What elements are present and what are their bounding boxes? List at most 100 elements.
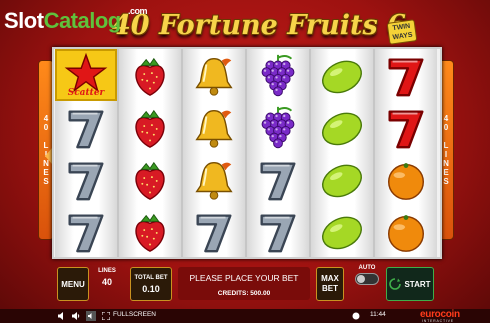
lines-tab-char	[445, 132, 447, 141]
bell-icon	[195, 161, 233, 200]
reel-1-symbol-1: Scatter	[55, 49, 117, 101]
reel-2-symbol-3	[119, 153, 181, 205]
auto-label: AUTO	[358, 265, 376, 271]
game-title: 40 Fortune Fruits 6	[112, 10, 406, 41]
message-box: PLEASE PLACE YOUR BET CREDITS: 500.00	[178, 267, 310, 300]
reel-2	[119, 49, 181, 257]
bell-icon	[195, 57, 233, 96]
lines-label: LINES	[98, 268, 116, 274]
info-icon[interactable]	[352, 312, 360, 320]
reel-separator	[181, 49, 183, 257]
spin-icon	[389, 278, 402, 290]
lines-display: LINES 40	[96, 268, 118, 298]
fullscreen-label[interactable]: FULLSCREEN	[113, 311, 156, 318]
start-button[interactable]: START	[386, 267, 434, 301]
credits-display: CREDITS: 500.00	[217, 290, 271, 297]
watermark-catalog: Catalog	[43, 8, 122, 33]
reel-4-symbol-4	[247, 205, 309, 257]
reel-4-symbol-1	[247, 49, 309, 101]
strawberry-icon	[135, 213, 165, 252]
reel-area: Scatter	[52, 47, 442, 259]
lines-tab-char: S	[43, 177, 49, 186]
grapes-icon	[261, 54, 295, 97]
lemon-icon	[322, 60, 362, 94]
status-message: PLEASE PLACE YOUR BET	[189, 273, 299, 283]
reel-6	[375, 49, 437, 257]
reel-5-symbol-4	[311, 205, 373, 257]
watermark-slot: Slot	[4, 8, 44, 33]
lemon-icon	[322, 164, 362, 198]
auto-toggle[interactable]	[355, 273, 379, 285]
strawberry-icon	[135, 109, 165, 148]
clock-time: 11:44	[370, 311, 386, 318]
reel-4-symbol-3	[247, 153, 309, 205]
orange-icon	[388, 163, 424, 200]
brand-subtitle: INTERACTIVE	[422, 319, 454, 323]
lines-tab-char: 0	[443, 123, 449, 132]
left-arrow-icon	[45, 148, 52, 164]
total-bet-label: TOTAL BET	[134, 274, 168, 281]
lines-tab-char: I	[444, 150, 448, 159]
lines-tab-char: 4	[443, 114, 449, 123]
watermark-com: .com	[128, 6, 148, 16]
reel-5-symbol-3	[311, 153, 373, 205]
lines-tab-char: E	[43, 168, 49, 177]
bottom-bar: FULLSCREEN 11:44 eurocoin INTERACTIVE	[0, 309, 490, 323]
strawberry-icon	[135, 161, 165, 200]
reel-separator	[373, 49, 375, 257]
lines-tab-char: S	[443, 177, 449, 186]
max-bet-button[interactable]: MAX BET	[316, 267, 344, 301]
reel-3	[183, 49, 245, 257]
reel-5	[311, 49, 373, 257]
reel-6-symbol-1	[375, 49, 437, 101]
lines-tab-char	[45, 132, 47, 141]
seven-icon	[68, 110, 104, 149]
seven-icon	[68, 214, 104, 253]
reel-3-symbol-3	[183, 153, 245, 205]
control-panel: MENU LINES 40 TOTAL BET 0.10 PLEASE PLAC…	[0, 263, 490, 307]
total-bet-button[interactable]: TOTAL BET 0.10	[130, 267, 172, 301]
fullscreen-icon[interactable]	[102, 312, 110, 320]
menu-button[interactable]: MENU	[57, 267, 89, 301]
reel-3-symbol-1	[183, 49, 245, 101]
total-bet-value: 0.10	[142, 283, 160, 294]
reel-5-symbol-2	[311, 101, 373, 153]
reel-2-symbol-4	[119, 205, 181, 257]
reel-2-symbol-2	[119, 101, 181, 153]
watermark: SlotCatalog .com	[4, 6, 148, 34]
reel-5-symbol-1	[311, 49, 373, 101]
reel-3-symbol-2	[183, 101, 245, 153]
seven-icon	[388, 110, 424, 149]
twin-ways-badge: TWIN WAYS	[386, 19, 418, 45]
lines-tab-char: 4	[43, 114, 49, 123]
reel-1-symbol-4	[55, 205, 117, 257]
reel-6-symbol-3	[375, 153, 437, 205]
lemon-icon	[322, 216, 362, 250]
lines-tab-char: N	[443, 159, 449, 168]
scatter-label: Scatter	[67, 88, 105, 98]
strawberry-icon	[135, 57, 165, 96]
bell-icon	[195, 109, 233, 148]
reel-4	[247, 49, 309, 257]
lemon-icon	[322, 112, 362, 146]
seven-icon	[388, 58, 424, 97]
start-label: START	[404, 279, 431, 289]
volume-icon[interactable]	[72, 312, 81, 320]
lines-tab-char: E	[443, 168, 449, 177]
seven-icon	[68, 162, 104, 201]
seven-icon	[196, 214, 232, 253]
reel-1: Scatter	[55, 49, 117, 257]
reel-6-symbol-2	[375, 101, 437, 153]
seven-icon	[260, 214, 296, 253]
sound-toggle-icon[interactable]	[86, 311, 96, 321]
lines-tab-char: 0	[43, 123, 49, 132]
grapes-icon	[261, 106, 295, 149]
reel-2-symbol-1	[119, 49, 181, 101]
toggle-knob	[357, 275, 365, 283]
lines-tab-char: L	[443, 141, 449, 150]
reel-3-symbol-4	[183, 205, 245, 257]
speaker-icon[interactable]	[58, 312, 67, 320]
reel-4-symbol-2	[247, 101, 309, 153]
reel-6-symbol-4	[375, 205, 437, 257]
reel-separator	[117, 49, 119, 257]
